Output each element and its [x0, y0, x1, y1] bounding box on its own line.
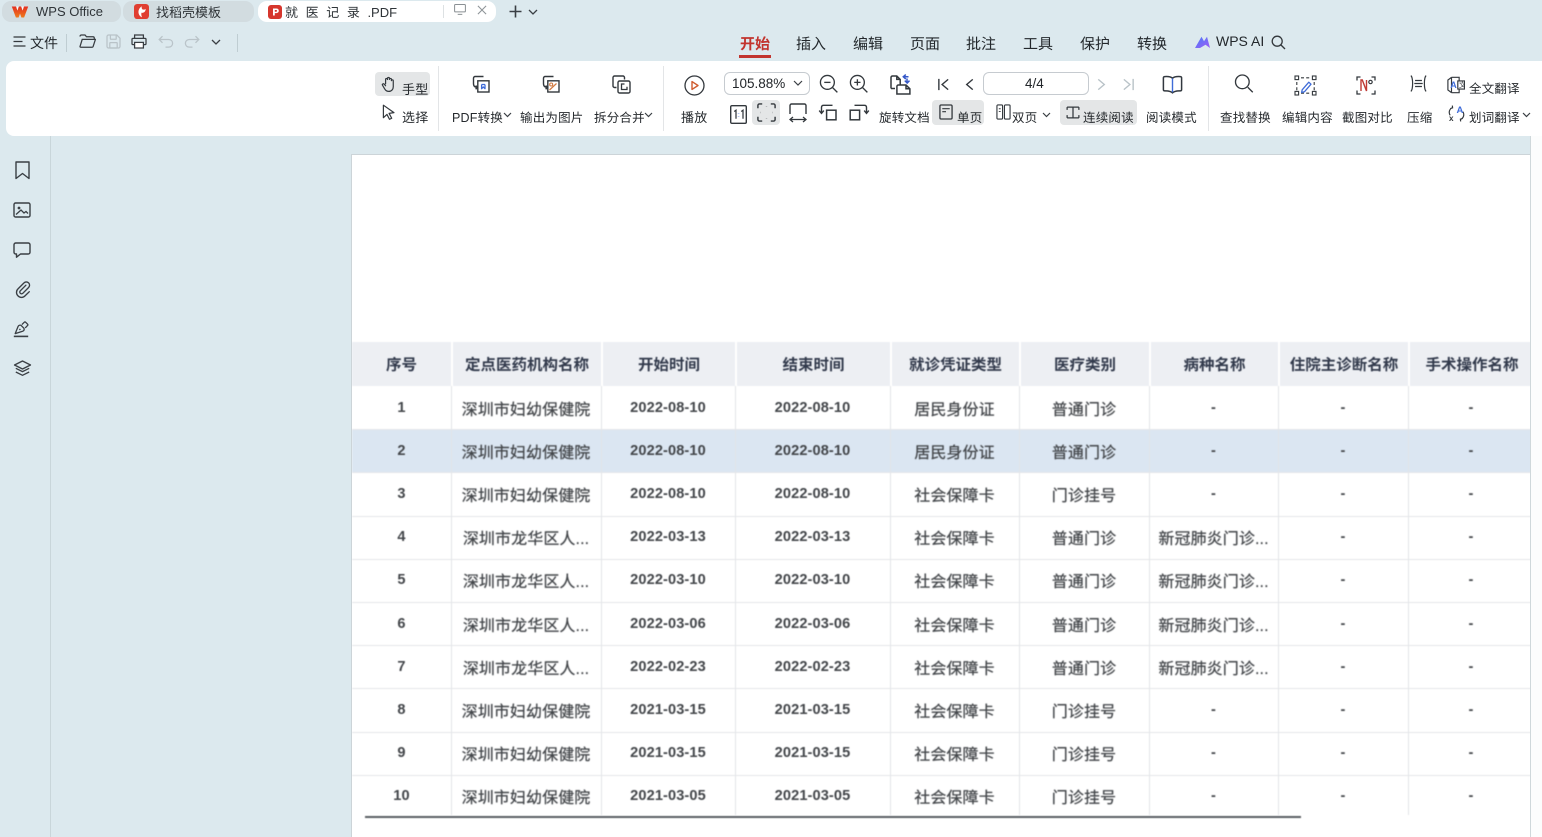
svg-text:x: x — [1449, 114, 1454, 123]
svg-text:A: A — [1450, 80, 1457, 90]
svg-text:A: A — [1457, 105, 1464, 116]
svg-text:文: 文 — [1459, 81, 1465, 91]
